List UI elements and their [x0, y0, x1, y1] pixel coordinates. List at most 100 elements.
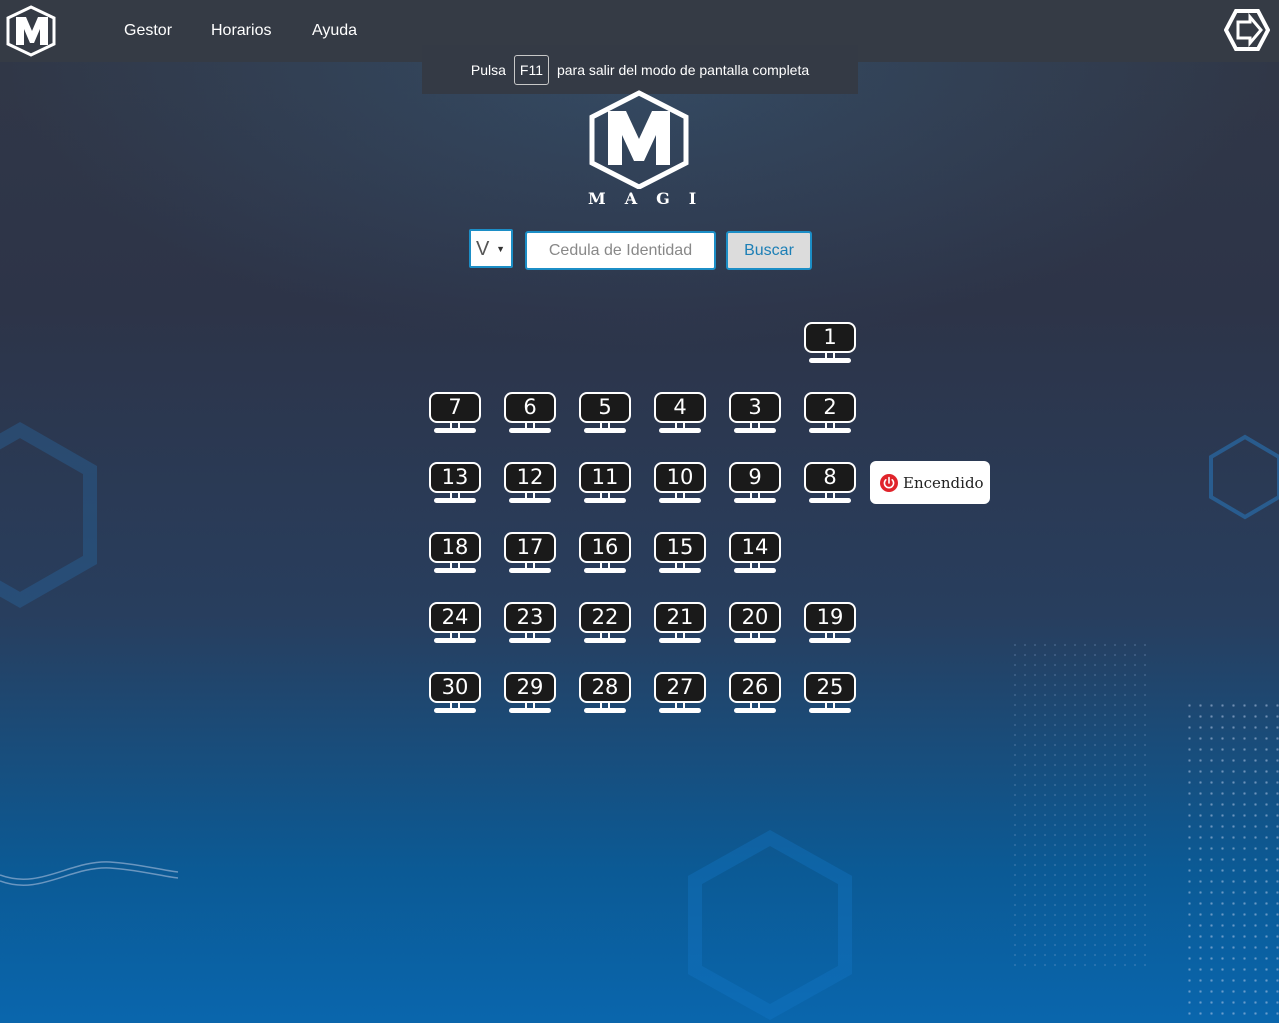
- computer-12[interactable]: 12: [503, 462, 557, 506]
- computer-number: 19: [804, 602, 856, 633]
- monitor-base: [584, 498, 626, 503]
- monitor-base: [734, 708, 776, 713]
- fullscreen-notice-prefix: Pulsa: [470, 61, 506, 78]
- magi-logo-icon[interactable]: [4, 5, 58, 57]
- background-hexagon: [688, 830, 852, 1020]
- nav-link-gestor[interactable]: Gestor: [124, 22, 172, 40]
- computer-number: 25: [804, 672, 856, 703]
- computer-6[interactable]: 6: [503, 392, 557, 436]
- computer-number: 5: [579, 392, 631, 423]
- background-wave: [0, 861, 179, 886]
- computer-4[interactable]: 4: [653, 392, 707, 436]
- monitor-base: [659, 638, 701, 643]
- computer-number: 15: [654, 532, 706, 563]
- computer-20[interactable]: 20: [728, 602, 782, 646]
- id-number-input[interactable]: [525, 231, 716, 270]
- computer-24[interactable]: 24: [428, 602, 482, 646]
- monitor-base: [434, 498, 476, 503]
- computer-9[interactable]: 9: [728, 462, 782, 506]
- document-type-select[interactable]: V ▼: [469, 229, 513, 268]
- computer-number: 3: [729, 392, 781, 423]
- status-label: Encendido: [903, 473, 984, 492]
- monitor-base: [809, 638, 851, 643]
- monitor-base: [734, 428, 776, 433]
- computer-25[interactable]: 25: [803, 672, 857, 716]
- computer-17[interactable]: 17: [503, 532, 557, 576]
- search-button[interactable]: Buscar: [726, 231, 812, 270]
- computer-27[interactable]: 27: [653, 672, 707, 716]
- computer-7[interactable]: 7: [428, 392, 482, 436]
- monitor-base: [584, 428, 626, 433]
- logout-icon[interactable]: [1224, 9, 1270, 51]
- computer-19[interactable]: 19: [803, 602, 857, 646]
- computer-number: 12: [504, 462, 556, 493]
- brand-name: MAGI: [588, 189, 716, 208]
- monitor-base: [584, 638, 626, 643]
- computer-16[interactable]: 16: [578, 532, 632, 576]
- computer-26[interactable]: 26: [728, 672, 782, 716]
- computer-21[interactable]: 21: [653, 602, 707, 646]
- monitor-base: [734, 498, 776, 503]
- background-dots: [1010, 640, 1150, 970]
- computer-number: 16: [579, 532, 631, 563]
- background-dots: [1184, 700, 1279, 1020]
- magi-main-logo: [589, 90, 689, 189]
- computer-number: 27: [654, 672, 706, 703]
- computer-11[interactable]: 11: [578, 462, 632, 506]
- monitor-base: [734, 638, 776, 643]
- computer-18[interactable]: 18: [428, 532, 482, 576]
- nav-link-horarios[interactable]: Horarios: [211, 22, 271, 40]
- fullscreen-key-badge: F11: [513, 54, 549, 85]
- computer-number: 20: [729, 602, 781, 633]
- computer-number: 4: [654, 392, 706, 423]
- computer-number: 18: [429, 532, 481, 563]
- monitor-base: [809, 708, 851, 713]
- computer-15[interactable]: 15: [653, 532, 707, 576]
- computer-3[interactable]: 3: [728, 392, 782, 436]
- status-tooltip: Encendido: [870, 461, 990, 504]
- computer-number: 7: [429, 392, 481, 423]
- monitor-base: [809, 358, 851, 363]
- computer-number: 17: [504, 532, 556, 563]
- document-type-value: V: [476, 238, 490, 260]
- computer-5[interactable]: 5: [578, 392, 632, 436]
- monitor-base: [434, 568, 476, 573]
- monitor-base: [809, 498, 851, 503]
- computer-1[interactable]: 1: [803, 322, 857, 366]
- computer-number: 9: [729, 462, 781, 493]
- computer-number: 23: [504, 602, 556, 633]
- computer-number: 26: [729, 672, 781, 703]
- computer-8[interactable]: 8: [803, 462, 857, 506]
- monitor-base: [659, 428, 701, 433]
- computer-10[interactable]: 10: [653, 462, 707, 506]
- monitor-base: [659, 708, 701, 713]
- monitor-base: [434, 708, 476, 713]
- monitor-base: [659, 498, 701, 503]
- computer-29[interactable]: 29: [503, 672, 557, 716]
- computer-14[interactable]: 14: [728, 532, 782, 576]
- computer-28[interactable]: 28: [578, 672, 632, 716]
- fullscreen-notice: Pulsa F11 para salir del modo de pantall…: [422, 45, 858, 94]
- background-hexagon: [1209, 434, 1279, 520]
- computer-number: 13: [429, 462, 481, 493]
- computer-22[interactable]: 22: [578, 602, 632, 646]
- computer-number: 1: [804, 322, 856, 353]
- computer-number: 6: [504, 392, 556, 423]
- monitor-base: [509, 498, 551, 503]
- monitor-base: [659, 568, 701, 573]
- computer-2[interactable]: 2: [803, 392, 857, 436]
- computer-23[interactable]: 23: [503, 602, 557, 646]
- nav-link-ayuda[interactable]: Ayuda: [312, 22, 357, 40]
- computer-number: 22: [579, 602, 631, 633]
- computer-number: 14: [729, 532, 781, 563]
- monitor-base: [509, 428, 551, 433]
- fullscreen-notice-suffix: para salir del modo de pantalla completa: [556, 61, 810, 78]
- monitor-base: [509, 568, 551, 573]
- computer-13[interactable]: 13: [428, 462, 482, 506]
- monitor-base: [809, 428, 851, 433]
- computer-number: 29: [504, 672, 556, 703]
- computer-number: 11: [579, 462, 631, 493]
- computer-30[interactable]: 30: [428, 672, 482, 716]
- computer-number: 10: [654, 462, 706, 493]
- monitor-base: [509, 708, 551, 713]
